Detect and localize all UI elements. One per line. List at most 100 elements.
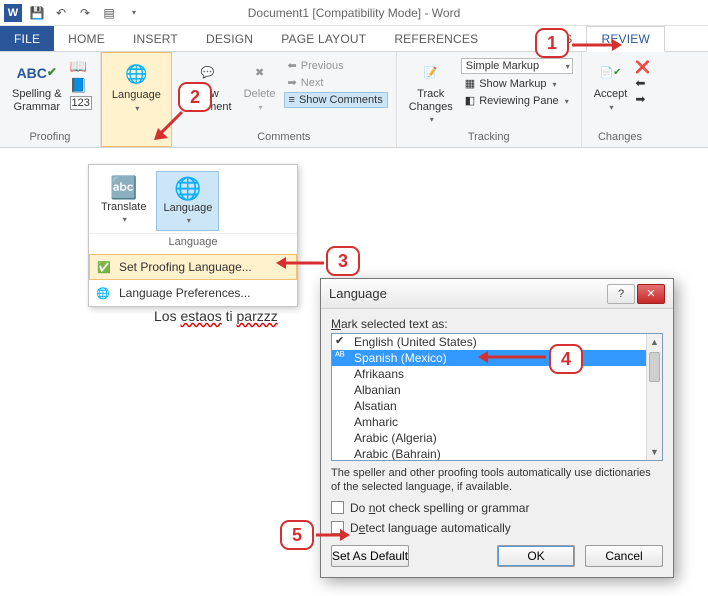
spell-icon: ᴬᴮ	[335, 350, 345, 362]
show-comments-icon: ≡	[289, 94, 295, 106]
proofing-icon: ✅	[96, 259, 112, 275]
list-item-label: English (United States)	[354, 335, 477, 349]
check-icon: ✔	[335, 334, 344, 347]
chevron-down-icon	[608, 101, 614, 114]
word-count-icon[interactable]: 123	[70, 96, 92, 110]
list-item[interactable]: ✔ English (United States)	[332, 334, 662, 350]
arrow-5	[316, 528, 350, 545]
scroll-down-icon[interactable]: ▼	[647, 444, 662, 460]
list-item[interactable]: Albanian	[332, 382, 662, 398]
language-submenu-button[interactable]: 🌐 Language	[156, 171, 219, 231]
scroll-thumb[interactable]	[649, 352, 660, 382]
next-icon: ➡	[288, 76, 297, 89]
group-tracking-label: Tracking	[405, 129, 573, 145]
track-changes-button[interactable]: 📝 Track Changes	[405, 56, 457, 128]
dialog-titlebar[interactable]: Language ? ✕	[321, 279, 673, 309]
language-dialog: Language ? ✕ Mark selected text as: ✔ Eng…	[320, 278, 674, 578]
tab-home[interactable]: HOME	[54, 26, 119, 51]
show-comments-button[interactable]: ≡ Show Comments	[284, 92, 388, 108]
set-proofing-language-item[interactable]: ✅ Set Proofing Language...	[89, 254, 297, 280]
list-item-label: Arabic (Bahrain)	[354, 447, 441, 461]
help-button[interactable]: ?	[607, 284, 635, 304]
detect-language-label: Detect language automatically	[350, 521, 511, 535]
track-changes-label: Track Changes	[409, 88, 453, 113]
scrollbar[interactable]: ▲ ▼	[646, 334, 662, 460]
spelling-grammar-button[interactable]: ABC✔ Spelling & Grammar	[8, 56, 66, 115]
list-item[interactable]: Arabic (Bahrain)	[332, 446, 662, 461]
show-comments-label: Show Comments	[299, 94, 383, 106]
set-default-button[interactable]: Set As Default	[331, 545, 409, 567]
list-item-label: Arabic (Algeria)	[354, 431, 437, 445]
markup-combo[interactable]: Simple Markup	[461, 58, 573, 74]
callout-5: 5	[280, 520, 314, 550]
list-item-label: Spanish (Mexico)	[354, 351, 447, 365]
delete-label: Delete	[244, 88, 276, 101]
chevron-down-icon	[550, 78, 556, 90]
misspelled-word: parzzz	[237, 308, 278, 324]
language-icon: 🌐	[174, 176, 201, 202]
language-preferences-label: Language Preferences...	[119, 286, 250, 300]
language-dropdown: 🔤 Translate 🌐 Language Language ✅ Set Pr…	[88, 164, 298, 307]
chevron-down-icon	[185, 214, 191, 226]
language-preferences-item[interactable]: 🌐 Language Preferences...	[89, 280, 297, 306]
scroll-up-icon[interactable]: ▲	[647, 334, 662, 350]
previous-comment-button[interactable]: ⬅Previous	[284, 58, 388, 73]
translate-icon: 🔤	[110, 175, 137, 201]
group-proofing: ABC✔ Spelling & Grammar 📖 📘 123 Proofing	[0, 52, 101, 147]
ribbon: ABC✔ Spelling & Grammar 📖 📘 123 Proofing…	[0, 52, 708, 148]
prev-change-icon[interactable]: ⬅	[635, 76, 650, 90]
ok-button[interactable]: OK	[497, 545, 575, 567]
reject-icon[interactable]: ❌	[635, 60, 650, 74]
group-proofing-label: Proofing	[8, 129, 92, 145]
close-button[interactable]: ✕	[637, 284, 665, 304]
delete-comment-button[interactable]: ✖ Delete	[240, 56, 280, 115]
translate-label: Translate	[101, 201, 146, 213]
mark-selected-label: Mark selected text as:	[331, 317, 663, 331]
thesaurus-icon[interactable]: 📘	[70, 77, 92, 94]
tab-page-layout[interactable]: PAGE LAYOUT	[267, 26, 380, 51]
delete-icon: ✖	[244, 58, 276, 88]
save-icon[interactable]: 💾	[28, 4, 46, 22]
undo-icon[interactable]: ↶	[52, 4, 70, 22]
accept-button[interactable]: 📄✔ Accept	[590, 56, 632, 115]
tab-file[interactable]: FILE	[0, 26, 54, 51]
quick-access-toolbar: 💾 ↶ ↷ ▤	[28, 4, 142, 22]
list-item-label: Amharic	[354, 415, 398, 429]
window-title: Document1 [Compatibility Mode] - Word	[248, 6, 461, 20]
show-markup-button[interactable]: ▦Show Markup	[461, 76, 573, 91]
set-proofing-language-label: Set Proofing Language...	[119, 260, 252, 274]
group-tracking: 📝 Track Changes Simple Markup ▦Show Mark…	[397, 52, 582, 147]
translate-button[interactable]: 🔤 Translate	[95, 171, 152, 231]
new-doc-icon[interactable]: ▤	[100, 4, 118, 22]
arrow-2	[148, 108, 188, 151]
detect-language-checkbox-row[interactable]: Detect language automatically	[331, 521, 663, 535]
chevron-down-icon	[133, 102, 139, 115]
list-item[interactable]: Arabic (Algeria)	[332, 430, 662, 446]
qat-more-icon[interactable]	[124, 4, 142, 22]
cancel-button[interactable]: Cancel	[585, 545, 663, 567]
track-changes-icon: 📝	[415, 58, 447, 88]
document-text[interactable]: Los estaos ti parzzz	[154, 308, 278, 326]
show-markup-icon: ▦	[465, 77, 475, 90]
define-icon[interactable]: 📖	[70, 58, 92, 75]
spelling-icon: ABC✔	[21, 58, 53, 88]
next-change-icon[interactable]: ➡	[635, 92, 650, 106]
no-check-checkbox-row[interactable]: Do not check spelling or grammar	[331, 501, 663, 515]
text-plain: Los	[154, 308, 180, 324]
checkbox[interactable]	[331, 501, 344, 514]
reviewing-pane-button[interactable]: ◧Reviewing Pane	[461, 93, 573, 108]
tab-design[interactable]: DESIGN	[192, 26, 267, 51]
next-comment-button[interactable]: ➡ Next	[284, 75, 388, 90]
list-item[interactable]: Afrikaans	[332, 366, 662, 382]
arrow-4	[478, 350, 548, 367]
list-item[interactable]: Alsatian	[332, 398, 662, 414]
word-icon: W	[4, 4, 22, 22]
list-item[interactable]: Amharic	[332, 414, 662, 430]
redo-icon[interactable]: ↷	[76, 4, 94, 22]
next-label: Next	[301, 77, 324, 89]
preferences-icon: 🌐	[95, 285, 111, 301]
group-comments-label: Comments	[180, 129, 388, 145]
titlebar: W 💾 ↶ ↷ ▤ Document1 [Compatibility Mode]…	[0, 0, 708, 26]
tab-insert[interactable]: INSERT	[119, 26, 192, 51]
tab-references[interactable]: REFERENCES	[380, 26, 492, 51]
